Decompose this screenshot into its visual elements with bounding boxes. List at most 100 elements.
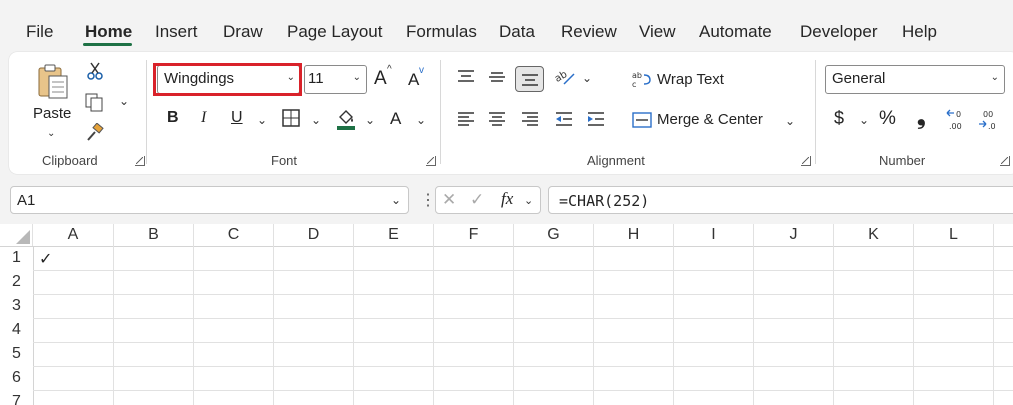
align-center-button[interactable] bbox=[486, 110, 508, 128]
format-painter-button[interactable] bbox=[84, 122, 106, 144]
italic-button[interactable]: I bbox=[201, 109, 206, 127]
formula-input[interactable]: =CHAR(252) bbox=[548, 186, 1013, 214]
shrink-font-button[interactable]: A bbox=[408, 70, 419, 90]
align-bottom-icon bbox=[521, 74, 538, 86]
align-top-button[interactable] bbox=[455, 68, 477, 86]
orientation-chevron-icon[interactable]: ⌄ bbox=[582, 71, 592, 85]
font-size-box[interactable]: 11 ⌄ bbox=[304, 65, 367, 94]
column-header-j[interactable]: J bbox=[754, 224, 834, 246]
align-middle-button[interactable] bbox=[486, 68, 508, 86]
borders-chevron-icon[interactable]: ⌄ bbox=[311, 113, 321, 127]
row-header-6[interactable]: 6 bbox=[0, 366, 33, 390]
align-right-button[interactable] bbox=[519, 110, 541, 128]
tab-data[interactable]: Data bbox=[499, 22, 535, 42]
tab-help[interactable]: Help bbox=[902, 22, 937, 42]
row-header-2[interactable]: 2 bbox=[0, 270, 33, 294]
row-header-4[interactable]: 4 bbox=[0, 318, 33, 342]
increase-decimal-button[interactable]: 0.00 bbox=[945, 108, 971, 132]
align-left-button[interactable] bbox=[455, 110, 477, 128]
font-color-chevron-icon[interactable]: ⌄ bbox=[416, 113, 426, 127]
font-launcher-icon[interactable] bbox=[426, 156, 436, 166]
column-line bbox=[833, 246, 834, 405]
grow-font-button[interactable]: A bbox=[374, 68, 387, 90]
percent-button[interactable]: % bbox=[879, 108, 896, 130]
column-header-c[interactable]: C bbox=[194, 224, 274, 246]
align-middle-icon bbox=[489, 72, 505, 82]
tab-insert[interactable]: Insert bbox=[155, 22, 198, 42]
comma-style-button[interactable]: ❟ bbox=[917, 104, 926, 130]
column-header-l[interactable]: L bbox=[914, 224, 994, 246]
cancel-icon[interactable]: ✕ bbox=[442, 190, 456, 210]
tab-file[interactable]: File bbox=[26, 22, 53, 42]
column-header-f[interactable]: F bbox=[434, 224, 514, 246]
decrease-indent-button[interactable] bbox=[553, 110, 575, 128]
row-header-5[interactable]: 5 bbox=[0, 342, 33, 366]
name-box-chevron-icon[interactable]: ⌄ bbox=[391, 193, 401, 207]
cut-button[interactable] bbox=[85, 60, 105, 82]
copy-button[interactable] bbox=[83, 91, 105, 113]
column-header-h[interactable]: H bbox=[594, 224, 674, 246]
more-options-icon[interactable]: ⋮ bbox=[420, 190, 436, 210]
fx-chevron-icon[interactable]: ⌄ bbox=[524, 194, 533, 207]
currency-button[interactable]: $ bbox=[834, 108, 844, 129]
copy-dropdown-chevron-icon[interactable]: ⌄ bbox=[119, 94, 129, 108]
column-header-k[interactable]: K bbox=[834, 224, 914, 246]
insert-function-button[interactable]: fx bbox=[501, 189, 513, 209]
bold-button[interactable]: B bbox=[167, 109, 179, 127]
font-size-chevron-icon[interactable]: ⌄ bbox=[353, 72, 361, 83]
increase-indent-button[interactable] bbox=[585, 110, 607, 128]
column-header-e[interactable]: E bbox=[354, 224, 434, 246]
font-color-button[interactable]: A bbox=[390, 109, 401, 129]
tab-automate[interactable]: Automate bbox=[699, 22, 772, 42]
group-separator bbox=[440, 60, 441, 164]
merge-center-chevron-icon[interactable]: ⌄ bbox=[785, 114, 795, 128]
alignment-launcher-icon[interactable] bbox=[801, 156, 811, 166]
tab-home[interactable]: Home bbox=[85, 22, 132, 42]
row-header-3[interactable]: 3 bbox=[0, 294, 33, 318]
tab-view[interactable]: View bbox=[639, 22, 676, 42]
wrap-text-button[interactable]: Wrap Text bbox=[657, 71, 724, 88]
column-header-d[interactable]: D bbox=[274, 224, 354, 246]
tab-page-layout[interactable]: Page Layout bbox=[287, 22, 382, 42]
column-header-i[interactable]: I bbox=[674, 224, 754, 246]
tab-developer[interactable]: Developer bbox=[800, 22, 878, 42]
text-orientation-icon: ab bbox=[554, 69, 575, 85]
fill-color-chevron-icon[interactable]: ⌄ bbox=[365, 113, 375, 127]
column-line bbox=[273, 246, 274, 405]
clipboard-launcher-icon[interactable] bbox=[135, 156, 145, 166]
column-header-a[interactable]: A bbox=[33, 224, 114, 246]
spreadsheet-grid: A B C D E F G H I J K L 1 2 3 4 5 6 7 ✓ bbox=[0, 224, 1013, 405]
merge-center-button[interactable]: Merge & Center bbox=[657, 111, 763, 128]
underline-chevron-icon[interactable]: ⌄ bbox=[257, 113, 267, 127]
row-header-7[interactable]: 7 bbox=[0, 390, 33, 405]
decrease-decimal-button[interactable]: 00.0 bbox=[977, 108, 1003, 132]
currency-chevron-icon[interactable]: ⌄ bbox=[859, 113, 869, 127]
column-header-g[interactable]: G bbox=[514, 224, 594, 246]
enter-icon[interactable]: ✓ bbox=[470, 190, 484, 210]
cell-a1[interactable]: ✓ bbox=[34, 247, 113, 270]
fill-color-button[interactable] bbox=[335, 107, 357, 131]
paintbrush-icon bbox=[87, 123, 104, 141]
orientation-button[interactable]: ab bbox=[553, 66, 577, 88]
row-header-1[interactable]: 1 bbox=[0, 246, 33, 270]
formula-value: =CHAR(252) bbox=[559, 192, 650, 210]
select-all-corner[interactable] bbox=[0, 224, 33, 246]
align-left-icon bbox=[458, 112, 474, 126]
column-header-b[interactable]: B bbox=[114, 224, 194, 246]
paste-dropdown-chevron-icon[interactable]: ⌄ bbox=[47, 128, 55, 139]
number-format-box[interactable]: General ⌄ bbox=[825, 65, 1005, 94]
name-box-value: A1 bbox=[17, 192, 36, 209]
number-launcher-icon[interactable] bbox=[1000, 156, 1010, 166]
align-top-icon bbox=[458, 70, 474, 82]
tab-draw[interactable]: Draw bbox=[223, 22, 263, 42]
tab-formulas[interactable]: Formulas bbox=[406, 22, 477, 42]
group-separator bbox=[146, 60, 147, 164]
underline-button[interactable]: U bbox=[231, 109, 243, 127]
number-format-chevron-icon[interactable]: ⌄ bbox=[991, 72, 999, 83]
align-bottom-button[interactable] bbox=[515, 66, 544, 92]
name-box[interactable]: A1 ⌄ bbox=[10, 186, 409, 214]
paste-button[interactable] bbox=[33, 60, 73, 104]
tab-review[interactable]: Review bbox=[561, 22, 617, 42]
borders-button[interactable] bbox=[281, 108, 301, 128]
row-line bbox=[33, 318, 1013, 319]
